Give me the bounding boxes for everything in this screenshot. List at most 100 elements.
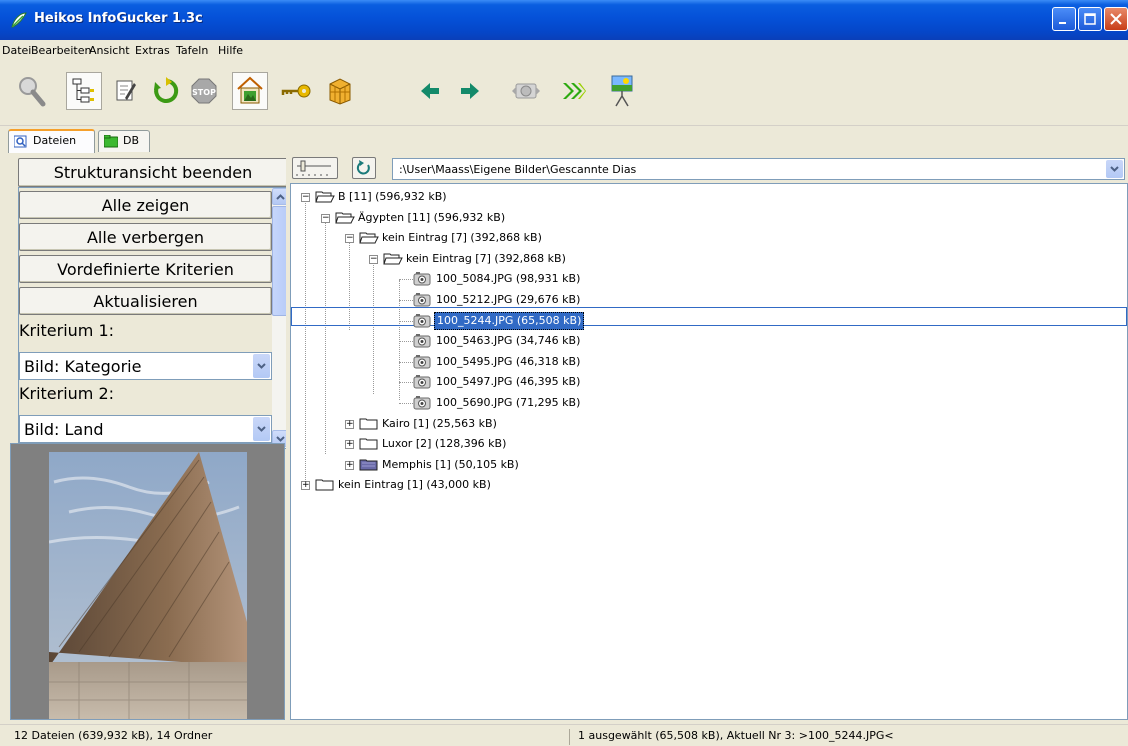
expand-icon[interactable]: + [345, 460, 354, 470]
refresh-button[interactable] [148, 72, 184, 110]
folder-special-icon [359, 459, 378, 471]
path-input[interactable]: :\User\Maass\Eigene Bilder\Gescannte Dia… [392, 158, 1125, 180]
stop-button[interactable]: STOP [186, 72, 222, 110]
refresh-icon [154, 77, 179, 103]
menu-tafeln[interactable]: Tafeln [176, 44, 208, 57]
tree-row[interactable]: 100_5212.JPG (29,676 kB) [291, 290, 1121, 310]
camera-file-icon [413, 313, 431, 328]
menu-ansicht[interactable]: Ansicht [89, 44, 130, 57]
camera-button[interactable] [508, 72, 544, 110]
tree-row[interactable]: + Kairo [1] (25,563 kB) [291, 414, 1121, 434]
home-picture-button[interactable] [232, 72, 268, 110]
criterion-2-select[interactable]: Bild: Land [19, 415, 272, 443]
minimize-button[interactable] [1052, 7, 1076, 31]
predefined-criteria-button[interactable]: Vordefinierte Kriterien [19, 255, 272, 283]
tree-row[interactable]: + Memphis [1] (50,105 kB) [291, 455, 1121, 475]
tree-row[interactable]: 100_5463.JPG (34,746 kB) [291, 331, 1121, 351]
folder-tree[interactable]: − B [11] (596,932 kB) − Ägypten [11] (596,9… [290, 183, 1128, 720]
edit-button[interactable] [108, 72, 144, 110]
key-button[interactable] [278, 72, 314, 110]
title-bar[interactable]: Heikos InfoGucker 1.3c [0, 0, 1128, 40]
key-icon [281, 84, 311, 98]
maximize-icon [1084, 13, 1096, 25]
tab-dateien[interactable]: Dateien [8, 129, 95, 153]
tree-item-label: kein Eintrag [1] (43,000 kB) [338, 478, 491, 492]
search-icon [19, 77, 46, 107]
zoom-slider-button[interactable] [292, 157, 338, 179]
slideshow-icon [611, 75, 633, 107]
tree-item-label: 100_5463.JPG (34,746 kB) [436, 334, 581, 348]
tree-row[interactable]: + kein Eintrag [1] (43,000 kB) [291, 475, 1121, 495]
menu-extras[interactable]: Extras [135, 44, 170, 57]
collapse-icon[interactable]: − [321, 213, 330, 223]
tab-db[interactable]: DB [98, 130, 150, 152]
path-value: :\User\Maass\Eigene Bilder\Gescannte Dia… [399, 163, 637, 176]
criterion-1-select[interactable]: Bild: Kategorie [19, 352, 272, 380]
hide-all-button[interactable]: Alle verbergen [19, 223, 272, 251]
previous-button[interactable] [412, 72, 448, 110]
chevron-down-icon[interactable] [253, 354, 270, 378]
expand-icon[interactable]: + [301, 481, 310, 491]
tree-row[interactable]: − B [11] (596,932 kB) [291, 187, 1121, 207]
home-picture-icon [237, 76, 263, 104]
tree-row[interactable]: − kein Eintrag [7] (392,868 kB) [291, 228, 1121, 248]
tree-item-label: B [11] (596,932 kB) [338, 190, 447, 203]
tree-row[interactable]: − Ägypten [11] (596,932 kB) [291, 208, 1121, 228]
expand-icon[interactable]: + [345, 419, 354, 429]
fast-forward-button[interactable] [556, 72, 592, 110]
tree-item-label: 100_5084.JPG (98,931 kB) [436, 272, 581, 286]
tab-db-label: DB [123, 134, 140, 147]
tree-item-label: 100_5212.JPG (29,676 kB) [436, 293, 581, 306]
refresh-path-button[interactable] [352, 157, 376, 179]
camera-file-icon [413, 354, 431, 369]
tree-row[interactable]: + Luxor [2] (128,396 kB) [291, 434, 1121, 454]
end-structure-view-button[interactable]: Strukturansicht beenden [18, 158, 288, 187]
update-button[interactable]: Aktualisieren [19, 287, 272, 315]
close-button[interactable] [1104, 7, 1128, 31]
camera-file-icon [413, 272, 431, 286]
folder-icon [315, 479, 334, 491]
tree-row[interactable]: 100_5495.JPG (46,318 kB) [291, 352, 1121, 372]
edit-icon [116, 80, 136, 101]
camera-icon [512, 83, 540, 99]
fast-forward-icon [563, 83, 586, 99]
minimize-icon [1059, 22, 1066, 24]
camera-file-icon [413, 375, 431, 389]
criteria-panel: Alle zeigen Alle verbergen Vordefinierte… [18, 187, 289, 449]
menu-bearbeiten[interactable]: Bearbeiten [31, 44, 91, 57]
menu-hilfe[interactable]: Hilfe [218, 44, 243, 57]
criterion-1-value: Bild: Kategorie [24, 357, 142, 376]
tree-view-button[interactable] [66, 72, 102, 110]
search-button[interactable] [14, 72, 50, 110]
collapse-icon[interactable]: − [369, 254, 378, 264]
chevron-down-icon[interactable] [1106, 160, 1123, 178]
show-all-button[interactable]: Alle zeigen [19, 191, 272, 219]
maximize-button[interactable] [1078, 7, 1102, 31]
arrow-left-icon [421, 83, 439, 99]
tree-row[interactable]: 100_5690.JPG (71,295 kB) [291, 393, 1121, 413]
tree-item-label: 100_5495.JPG (46,318 kB) [436, 354, 581, 368]
criterion-1-label: Kriterium 1: [19, 321, 115, 340]
menu-datei[interactable]: Datei [2, 44, 31, 57]
collapse-icon[interactable]: − [301, 193, 310, 202]
box-button[interactable] [322, 72, 358, 110]
search-files-icon [14, 135, 27, 148]
tree-row[interactable]: 100_5084.JPG (98,931 kB) [291, 269, 1121, 289]
tree-item-label: Kairo [1] (25,563 kB) [382, 416, 497, 430]
next-button[interactable] [452, 72, 488, 110]
menu-bar: Datei Bearbeiten Ansicht Extras Tafeln H… [0, 41, 1128, 61]
tree-row[interactable]: − kein Eintrag [7] (392,868 kB) [291, 249, 1121, 269]
chevron-down-icon[interactable] [253, 417, 270, 441]
criterion-2-label: Kriterium 2: [19, 384, 115, 403]
collapse-icon[interactable]: − [345, 234, 354, 244]
tree-item-label: 100_5244.JPG (65,508 kB) [434, 311, 585, 330]
expand-icon[interactable]: + [345, 440, 354, 450]
tree-item-label: 100_5497.JPG (46,395 kB) [436, 375, 581, 389]
path-toolbar: :\User\Maass\Eigene Bilder\Gescannte Dia… [290, 155, 1128, 183]
tree-item-label: kein Eintrag [7] (392,868 kB) [382, 231, 542, 245]
tree-row[interactable]: 100_5497.JPG (46,395 kB) [291, 372, 1121, 392]
folder-icon [359, 418, 378, 430]
criterion-2-value: Bild: Land [24, 420, 104, 439]
tree-row[interactable]: 100_5244.JPG (65,508 kB) [291, 311, 1121, 331]
slideshow-button[interactable] [604, 72, 640, 110]
